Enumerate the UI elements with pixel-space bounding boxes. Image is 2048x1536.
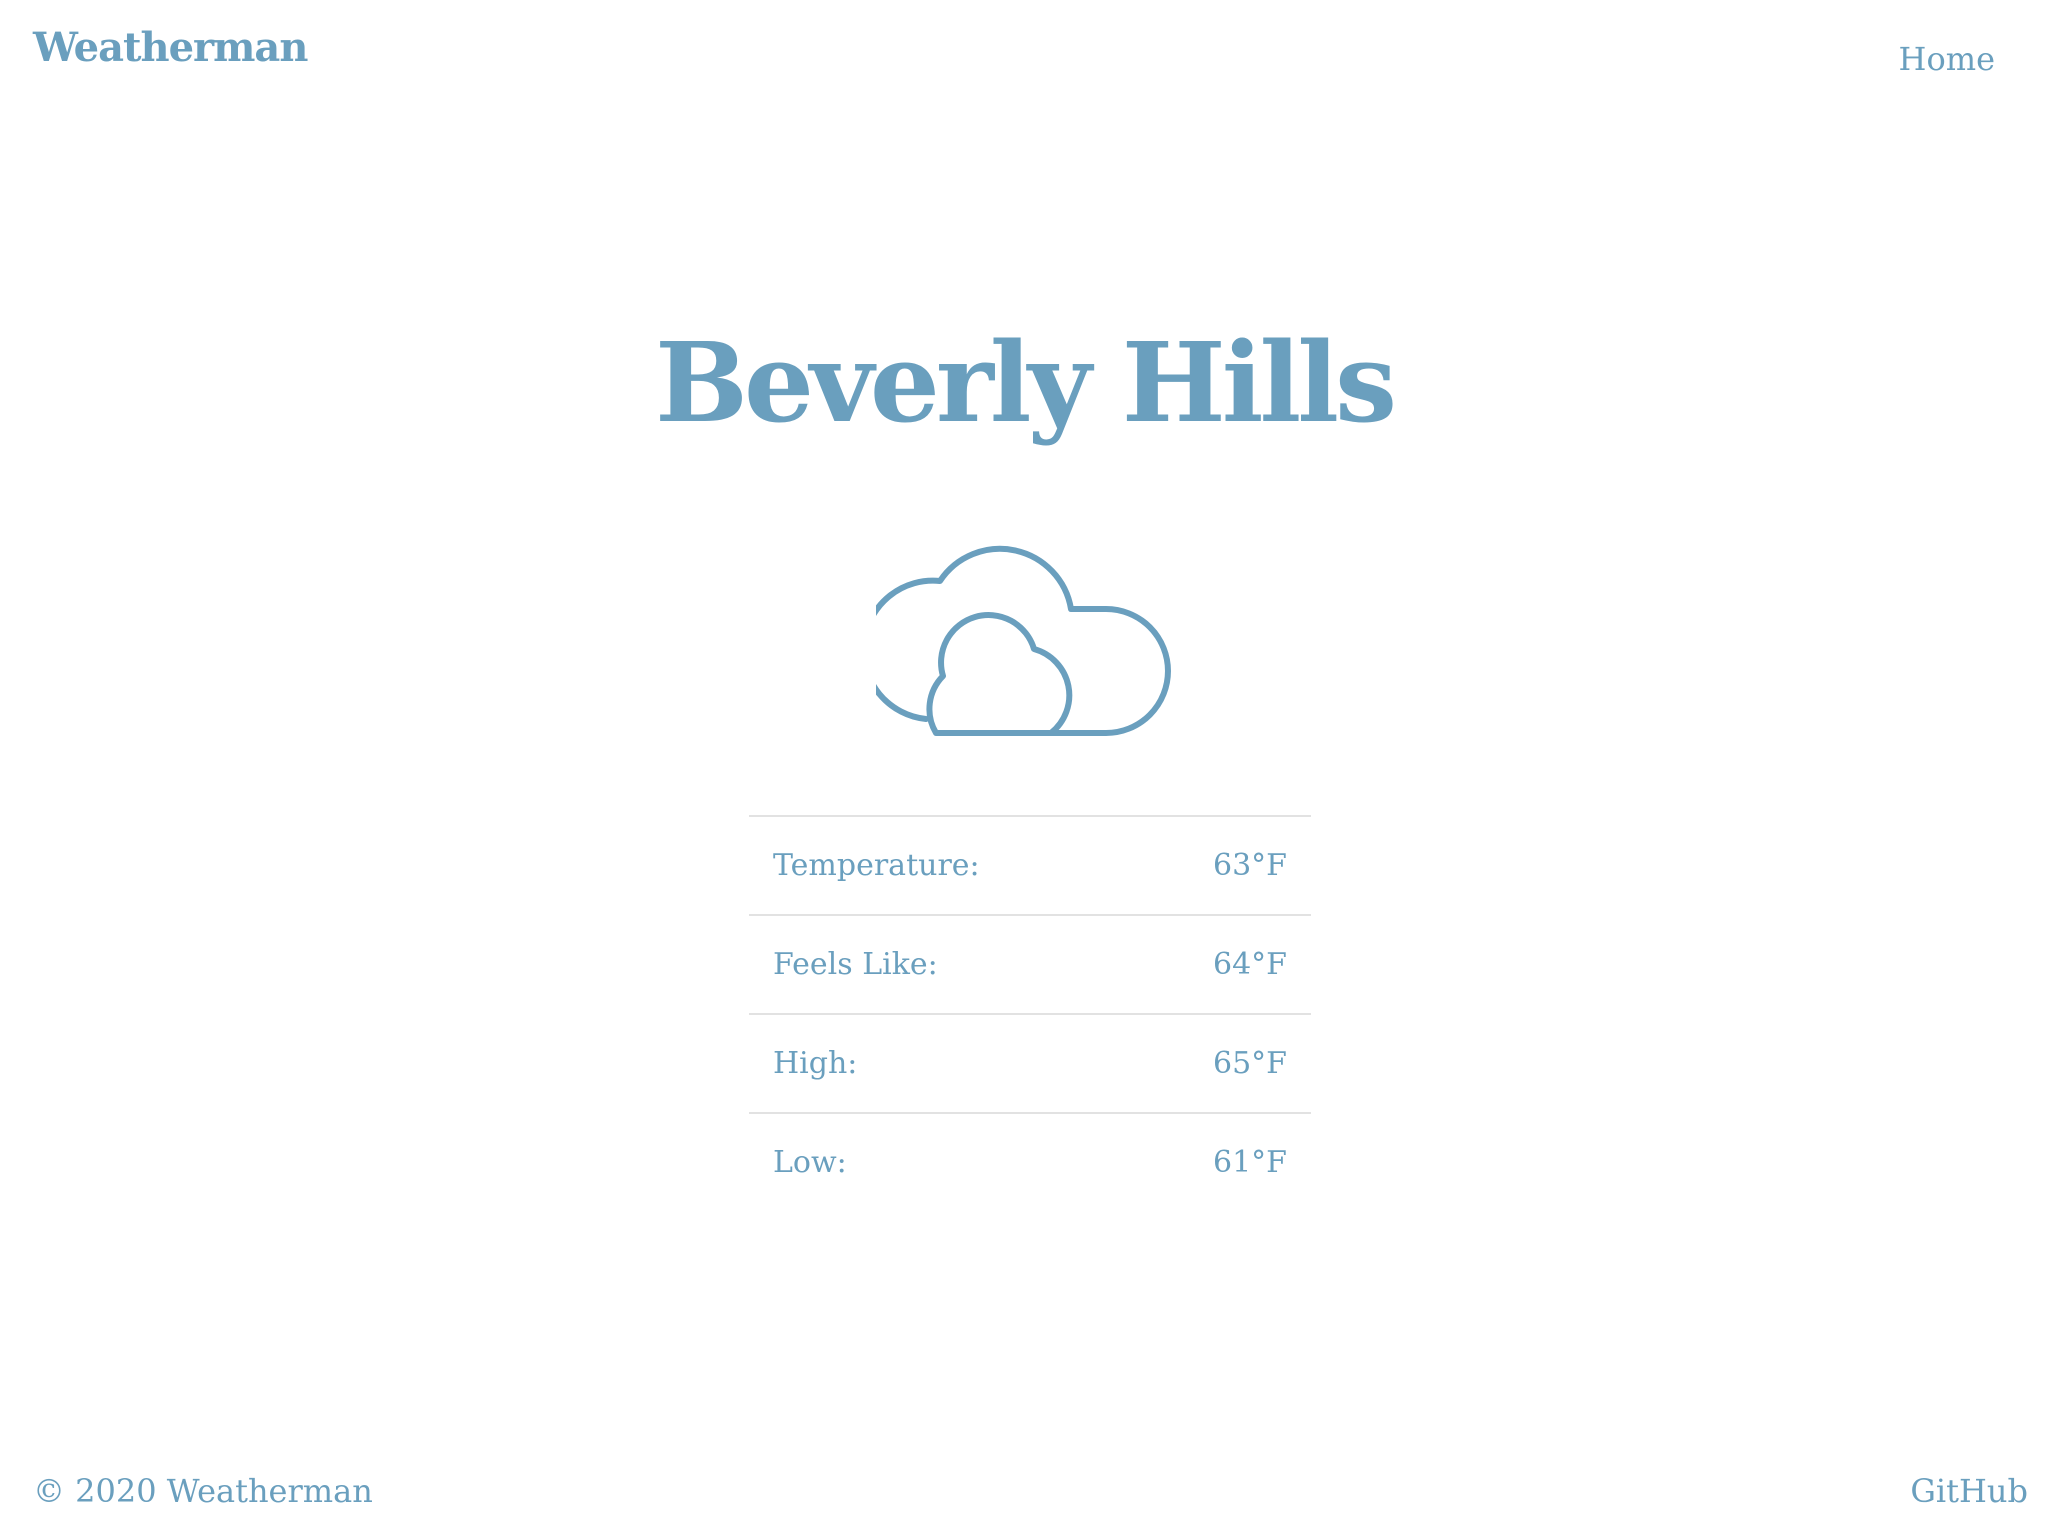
stat-row-low: Low: 61°F (749, 1114, 1311, 1211)
stat-value: 61°F (1213, 1145, 1287, 1180)
stat-value: 65°F (1213, 1046, 1287, 1081)
stat-label: Temperature: (773, 848, 980, 883)
stat-label: Feels Like: (773, 947, 938, 982)
weather-stats-table: Temperature: 63°F Feels Like: 64°F High:… (749, 815, 1311, 1211)
city-title: Beverly Hills (654, 318, 1397, 447)
stat-value: 64°F (1213, 947, 1287, 982)
stat-row-temperature: Temperature: 63°F (749, 817, 1311, 916)
cloudy-icon (876, 545, 1171, 736)
github-link[interactable]: GitHub (1910, 1472, 2028, 1510)
stat-value: 63°F (1213, 848, 1287, 883)
small-cloud-outline (926, 612, 1073, 736)
stat-label: High: (773, 1046, 858, 1081)
nav-home-link[interactable]: Home (1899, 40, 1995, 78)
footer-copyright: © 2020 Weatherman (33, 1472, 373, 1510)
stat-row-feels-like: Feels Like: 64°F (749, 916, 1311, 1015)
stat-row-high: High: 65°F (749, 1015, 1311, 1114)
stat-label: Low: (773, 1145, 847, 1180)
brand-logo-link[interactable]: Weatherman (33, 24, 308, 71)
